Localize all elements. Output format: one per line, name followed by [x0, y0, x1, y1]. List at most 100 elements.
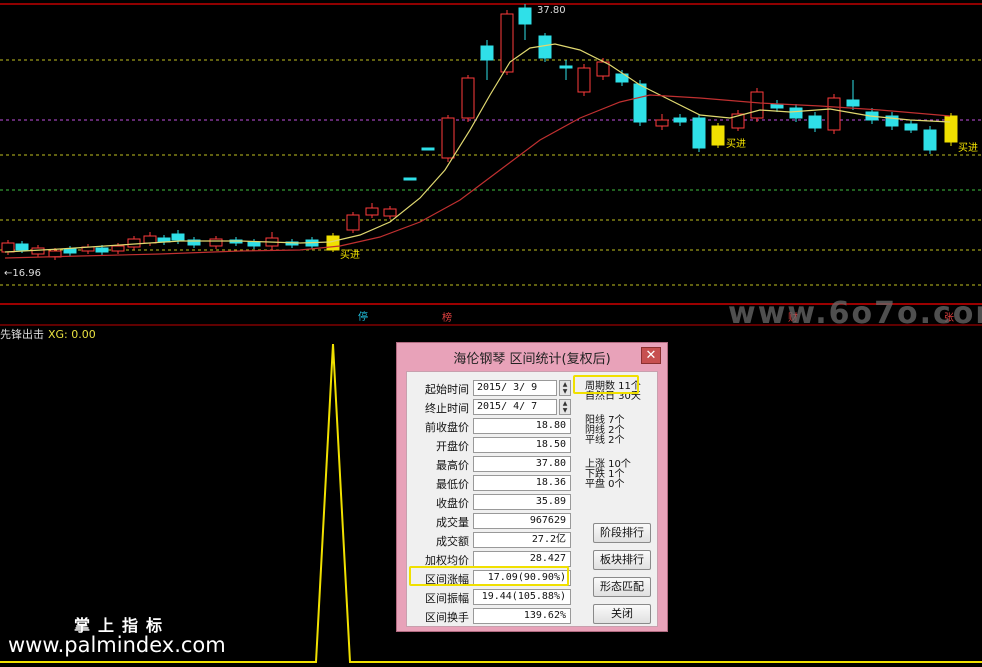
candle-body: [827, 97, 841, 131]
stat-value: 18.50: [473, 437, 571, 453]
candle-body: [692, 117, 706, 149]
stat-value: 139.62%: [473, 608, 571, 624]
start-time-row: 起始时间 2015/ 3/ 9 ▲ ▼: [407, 380, 577, 398]
pattern-match-button[interactable]: 形态匹配: [593, 577, 651, 597]
candle-body: [808, 115, 822, 129]
candle-body: [421, 147, 435, 151]
indicator-name: 先锋出击: [0, 328, 44, 341]
stat-value: 28.427: [473, 551, 571, 567]
stat-value: 18.36: [473, 475, 571, 491]
start-time-label: 起始时间: [425, 383, 469, 396]
candle-body: [209, 238, 223, 247]
candle-body: [846, 99, 860, 107]
ma-long-line: [4, 94, 951, 259]
flat-line-count: 平线 2个: [585, 435, 625, 446]
stat-label: 最低价: [436, 478, 469, 491]
candle-body: [655, 119, 669, 127]
candle-body: [904, 123, 918, 131]
candle-body: [480, 45, 494, 61]
stat-label: 开盘价: [436, 440, 469, 453]
dialog-body: 起始时间 2015/ 3/ 9 ▲ ▼ 终止时间 2015/ 4/ 7 ▲ ▼ 前收…: [406, 371, 658, 627]
stat-value: 37.80: [473, 456, 571, 472]
stat-label: 成交额: [436, 535, 469, 548]
buy-signal-candle: [711, 125, 725, 146]
end-date-input[interactable]: 2015/ 4/ 7: [473, 399, 557, 415]
marker-tag: 停: [358, 310, 368, 323]
site-url: www.palmindex.com: [8, 633, 226, 657]
stat-row: 前收盘价 18.80: [407, 418, 577, 436]
candle-body: [461, 77, 475, 119]
stat-row: 收盘价 35.89: [407, 494, 577, 512]
buy-signal-candle: [326, 235, 340, 251]
watermark-text: www.6o7o.com: [728, 296, 982, 331]
candle-body: [559, 65, 573, 69]
ma-short-line: [4, 43, 951, 253]
stat-value: 27.2亿: [473, 532, 571, 548]
candle-body: [673, 117, 687, 123]
period-count-highlight: [573, 375, 639, 394]
candle-body: [111, 245, 125, 252]
high-price-label: 37.80: [537, 5, 566, 16]
end-time-row: 终止时间 2015/ 4/ 7 ▲ ▼: [407, 399, 577, 417]
candle-body: [383, 208, 397, 217]
candle-body: [346, 214, 360, 231]
buy-signal-label: 买进: [340, 249, 360, 261]
stat-row: 成交额 27.2亿: [407, 532, 577, 550]
dialog-title: 海伦钢琴 区间统计(复权后): [453, 352, 611, 367]
stage-ranking-button[interactable]: 阶段排行: [593, 523, 651, 543]
stat-row: 开盘价 18.50: [407, 437, 577, 455]
stat-row: 区间换手 139.62%: [407, 608, 577, 626]
candle-body: [750, 91, 764, 119]
close-icon[interactable]: ✕: [641, 347, 661, 364]
candle-body: [577, 67, 591, 93]
stat-row: 成交量 967629: [407, 513, 577, 531]
candle-body: [127, 238, 141, 248]
end-time-label: 终止时间: [425, 402, 469, 415]
stat-label: 收盘价: [436, 497, 469, 510]
candle-body: [247, 241, 261, 247]
stat-value: 19.44(105.88%): [473, 589, 571, 605]
candle-body: [441, 117, 455, 159]
buy-signal-label: 买进: [958, 142, 978, 154]
low-price-label: ←16.96: [4, 268, 41, 279]
start-date-spinner[interactable]: ▲ ▼: [559, 380, 571, 396]
stat-label: 区间振幅: [425, 592, 469, 605]
stat-row: 最低价 18.36: [407, 475, 577, 493]
candle-body: [500, 13, 514, 73]
start-date-input[interactable]: 2015/ 3/ 9: [473, 380, 557, 396]
stat-label: 区间换手: [425, 611, 469, 624]
candle-body: [518, 7, 532, 25]
sector-ranking-button[interactable]: 板块排行: [593, 550, 651, 570]
candle-body: [63, 248, 77, 254]
buy-signal-candle: [944, 115, 958, 143]
candle-body: [403, 177, 417, 181]
candle-body: [633, 83, 647, 123]
stat-label: 最高价: [436, 459, 469, 472]
candle-body: [789, 107, 803, 119]
buy-signal-label: 买进: [726, 138, 746, 150]
candle-body: [143, 235, 157, 244]
candle-body: [923, 129, 937, 151]
stat-row: 最高价 37.80: [407, 456, 577, 474]
stat-row: 区间振幅 19.44(105.88%): [407, 589, 577, 607]
interval-gain-highlight: [409, 566, 569, 586]
candle-body: [1, 242, 15, 253]
stat-value: 18.80: [473, 418, 571, 434]
end-date-spinner[interactable]: ▲ ▼: [559, 399, 571, 415]
candle-body: [171, 233, 185, 241]
candle-body: [538, 35, 552, 59]
flat-count: 平盘 0个: [585, 479, 625, 490]
candlestick-series: [1, 4, 958, 260]
candle-body: [95, 247, 109, 253]
marker-tag: 榜: [442, 311, 452, 324]
dialog-titlebar[interactable]: 海伦钢琴 区间统计(复权后) ✕: [397, 343, 667, 369]
indicator-xg-value: XG: 0.00: [48, 328, 96, 341]
stat-label: 成交量: [436, 516, 469, 529]
candle-body: [15, 243, 29, 251]
indicator-title: 先锋出击 XG: 0.00: [0, 326, 96, 342]
stat-value: 967629: [473, 513, 571, 529]
candle-body: [365, 207, 379, 216]
stat-value: 35.89: [473, 494, 571, 510]
close-button[interactable]: 关闭: [593, 604, 651, 624]
stat-label: 前收盘价: [425, 421, 469, 434]
